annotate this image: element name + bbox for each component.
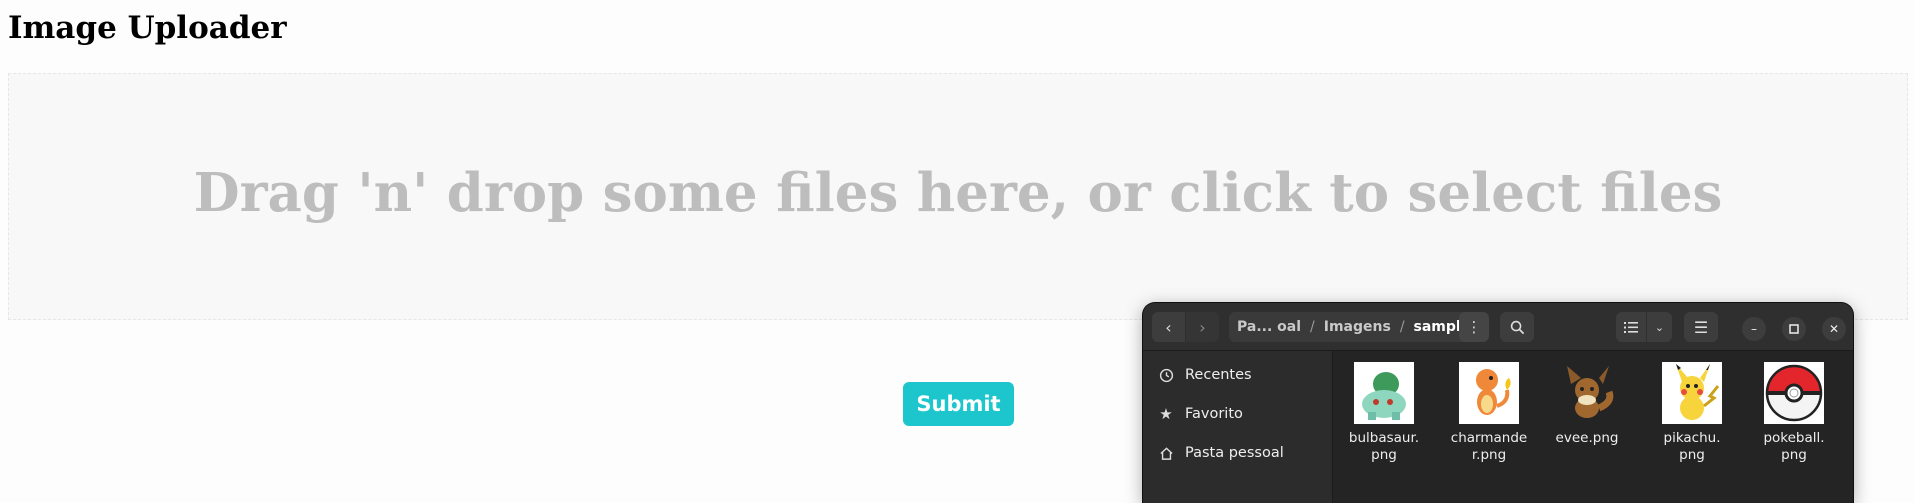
close-button[interactable]: ✕ xyxy=(1822,317,1846,341)
sidebar-item-favorito[interactable]: ★ Favorito xyxy=(1157,400,1243,428)
star-icon: ★ xyxy=(1159,405,1173,423)
maximize-button[interactable] xyxy=(1782,317,1806,341)
sidebar-item-pasta-pessoal[interactable]: Pasta pessoal xyxy=(1157,439,1284,467)
view-options-button[interactable]: ⌄ xyxy=(1647,312,1672,342)
minimize-button[interactable]: – xyxy=(1742,317,1766,341)
file-manager-header: ‹ › Pa... oal / Imagens / sample ⋮ ⌄ ☰ –… xyxy=(1143,303,1853,351)
breadcrumb-separator: / xyxy=(1310,319,1315,335)
file-manager-sidebar: Recentes ★ Favorito Pasta pessoal xyxy=(1143,351,1333,503)
file-name: bulbasaur. png xyxy=(1348,430,1420,463)
sidebar-item-label: Favorito xyxy=(1185,406,1243,422)
path-bar[interactable]: Pa... oal / Imagens / sample xyxy=(1229,312,1484,342)
file-grid: bulbasaur. png charmande r.png evee.png … xyxy=(1333,351,1853,503)
clock-icon xyxy=(1157,368,1175,383)
file-name: evee.png xyxy=(1555,430,1619,446)
file-item-pokeball[interactable]: pokeball. png xyxy=(1746,351,1842,464)
dropzone-text: Drag 'n' drop some files here, or click … xyxy=(193,161,1723,224)
back-button[interactable]: ‹ xyxy=(1152,312,1185,342)
sidebar-item-recentes[interactable]: Recentes xyxy=(1157,361,1252,389)
file-manager-window: ‹ › Pa... oal / Imagens / sample ⋮ ⌄ ☰ –… xyxy=(1143,303,1853,503)
minimize-icon: – xyxy=(1751,322,1757,336)
pikachu-image xyxy=(1662,362,1722,424)
hamburger-icon: ☰ xyxy=(1693,317,1709,337)
charmander-image xyxy=(1459,362,1519,424)
list-view-button[interactable] xyxy=(1616,312,1646,342)
forward-button[interactable]: › xyxy=(1186,312,1219,342)
maximize-icon xyxy=(1789,324,1799,334)
file-item-eevee[interactable]: evee.png xyxy=(1539,351,1635,447)
breadcrumb-separator: / xyxy=(1399,319,1405,335)
file-dropzone[interactable]: Drag 'n' drop some files here, or click … xyxy=(8,73,1908,320)
chevron-right-icon: › xyxy=(1199,317,1206,337)
file-name: charmande r.png xyxy=(1450,430,1528,463)
file-item-bulbasaur[interactable]: bulbasaur. png xyxy=(1336,351,1432,464)
chevron-down-icon: ⌄ xyxy=(1654,320,1665,334)
page-title: Image Uploader xyxy=(8,10,287,46)
file-item-pikachu[interactable]: pikachu. png xyxy=(1644,351,1740,464)
main-menu-button[interactable]: ☰ xyxy=(1684,312,1718,342)
sidebar-item-label: Pasta pessoal xyxy=(1185,445,1284,461)
file-name: pikachu. png xyxy=(1663,430,1721,463)
home-icon xyxy=(1157,446,1175,461)
more-vertical-icon: ⋮ xyxy=(1466,318,1482,336)
file-name: pokeball. png xyxy=(1763,430,1825,463)
breadcrumb-imagens[interactable]: Imagens xyxy=(1324,319,1391,335)
file-item-charmander[interactable]: charmande r.png xyxy=(1441,351,1537,464)
path-menu-button[interactable]: ⋮ xyxy=(1459,312,1489,342)
breadcrumb-home[interactable]: Pa... oal xyxy=(1237,319,1301,335)
sidebar-item-label: Recentes xyxy=(1185,367,1252,383)
search-icon xyxy=(1510,320,1524,334)
submit-button[interactable]: Submit xyxy=(903,382,1014,426)
bulbasaur-image xyxy=(1354,362,1414,424)
chevron-left-icon: ‹ xyxy=(1165,317,1172,337)
pokeball-image xyxy=(1764,362,1824,424)
search-button[interactable] xyxy=(1500,312,1534,342)
list-view-icon xyxy=(1624,321,1638,333)
eevee-image xyxy=(1557,362,1617,424)
close-icon: ✕ xyxy=(1828,322,1840,336)
